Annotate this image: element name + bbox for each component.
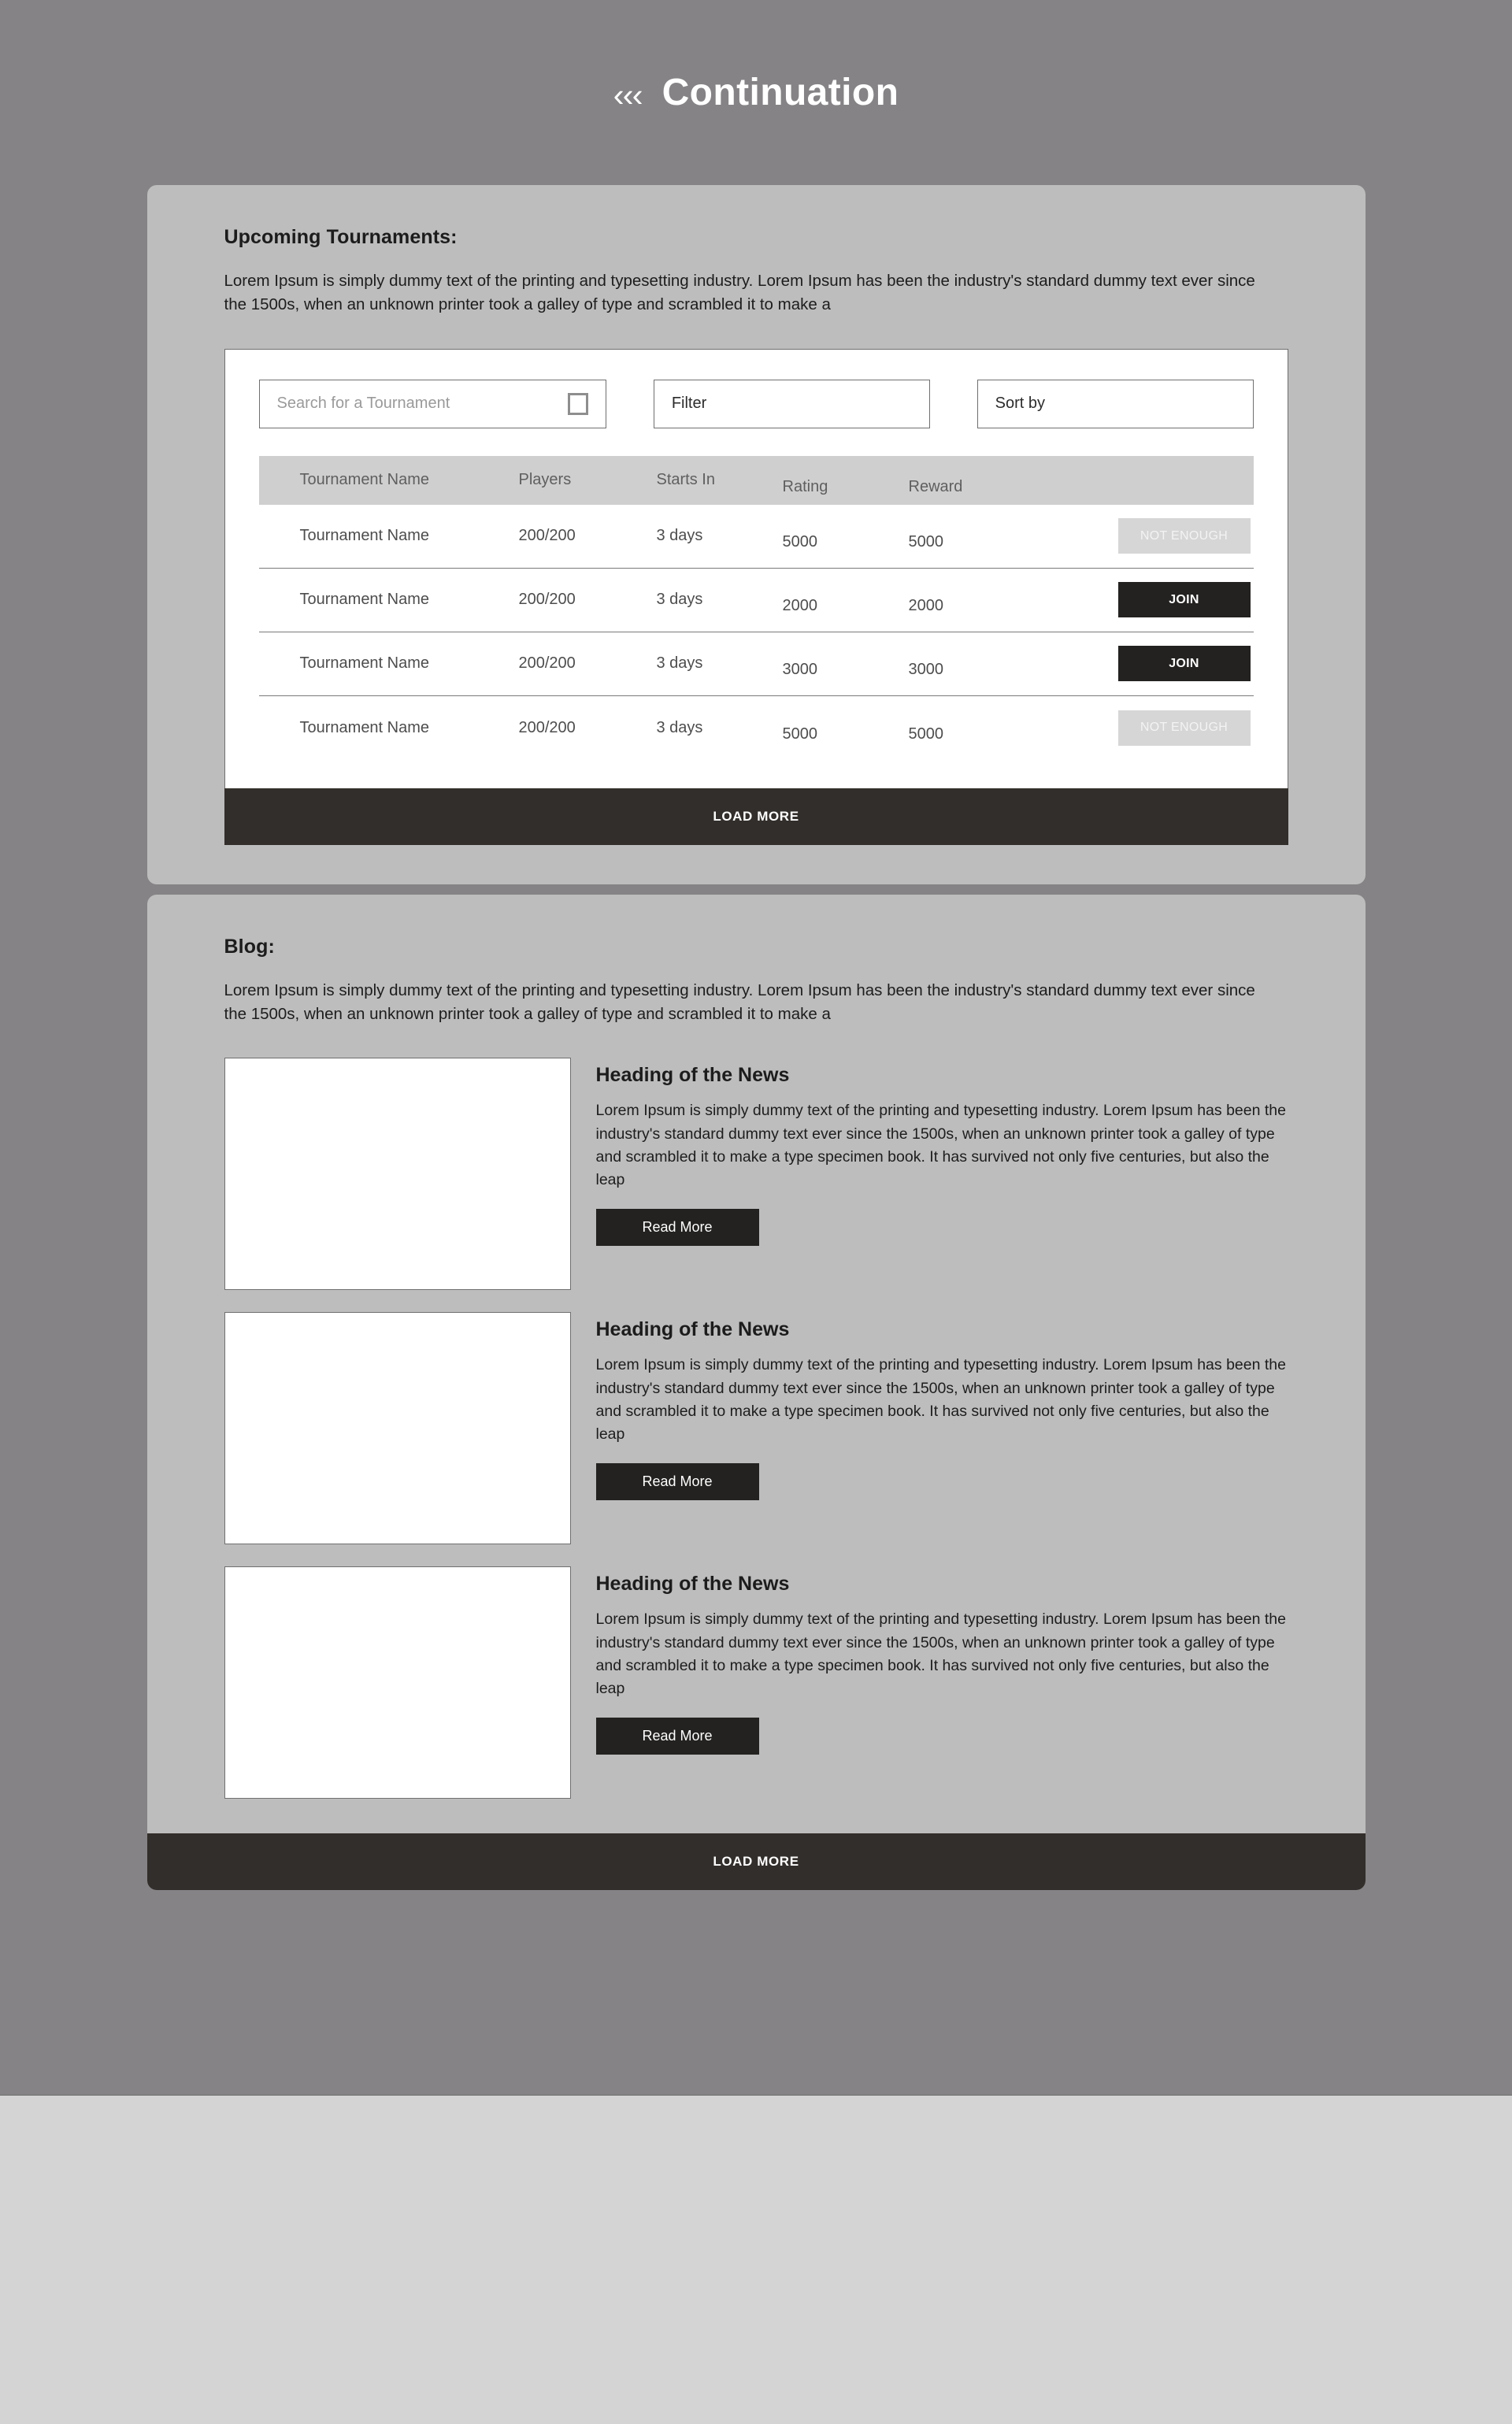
tournaments-load-more-button[interactable]: LOAD MORE: [224, 788, 1288, 845]
blog-post-text: Lorem Ipsum is simply dummy text of the …: [595, 1610, 1286, 1698]
sort-label: Sort by: [995, 395, 1046, 413]
search-input[interactable]: Search for a Tournament: [258, 379, 606, 428]
blog-post-text: Lorem Ipsum is simply dummy text of the …: [595, 1356, 1286, 1444]
tournaments-table: Tournament Name Players Starts In Rating…: [258, 455, 1254, 760]
cell-starts-in: 3 days: [656, 654, 703, 673]
cell-rating: 5000: [782, 725, 818, 743]
filter-dropdown[interactable]: Filter: [653, 379, 930, 428]
table-header-row: Tournament Name Players Starts In Rating…: [258, 455, 1254, 505]
table-row[interactable]: Tournament Name 200/200 3 days 5000 5000…: [259, 696, 1254, 760]
cell-reward: 5000: [908, 725, 944, 743]
blog-panel: Blog: Lorem Ipsum is simply dummy text o…: [146, 894, 1366, 1891]
blog-post-body: Heading of the News Lorem Ipsum is simpl…: [595, 1566, 1288, 1799]
tournaments-panel-bottom-spacer: [147, 845, 1366, 884]
tournaments-panel-inner: Upcoming Tournaments: Lorem Ipsum is sim…: [147, 185, 1366, 317]
cell-action: NOT ENOUGH: [1078, 710, 1254, 746]
tournaments-panel: Upcoming Tournaments: Lorem Ipsum is sim…: [146, 185, 1366, 884]
cell-rating: 5000: [782, 533, 818, 551]
cell-players: 200/200: [518, 527, 576, 545]
join-button[interactable]: JOIN: [1117, 646, 1251, 682]
back-chevron-icon[interactable]: ‹‹‹: [613, 78, 643, 112]
cell-rating: 2000: [782, 597, 818, 615]
blog-thumbnail-image: [224, 1312, 571, 1545]
blog-heading: Blog:: [224, 935, 275, 958]
blog-post-title: Heading of the News: [595, 1573, 790, 1596]
cell-starts-in: 3 days: [656, 527, 703, 545]
column-header-rating[interactable]: Rating: [783, 464, 909, 496]
tournaments-controls: Search for a Tournament Filter Sort by: [258, 379, 1254, 428]
cell-players: 200/200: [518, 591, 576, 609]
tournaments-load-more-wrapper: LOAD MORE: [224, 788, 1288, 845]
list-item: Heading of the News Lorem Ipsum is simpl…: [224, 1058, 1288, 1291]
search-input-placeholder: Search for a Tournament: [276, 395, 450, 413]
column-header-players[interactable]: Players: [519, 471, 657, 489]
tournaments-heading: Upcoming Tournaments:: [224, 226, 458, 248]
not-enough-button[interactable]: NOT ENOUGH: [1117, 518, 1251, 554]
cell-rating: 3000: [782, 661, 818, 679]
blog-load-more-button[interactable]: LOAD MORE: [146, 1833, 1366, 1891]
blog-post-title: Heading of the News: [595, 1064, 790, 1087]
sort-dropdown[interactable]: Sort by: [976, 379, 1254, 428]
filter-label: Filter: [671, 395, 707, 413]
column-header-reward[interactable]: Reward: [909, 464, 1078, 496]
footer-strip: [0, 2095, 1512, 2424]
tournaments-description: Lorem Ipsum is simply dummy text of the …: [224, 272, 1255, 314]
cell-tournament-name: Tournament Name: [299, 591, 430, 609]
not-enough-button[interactable]: NOT ENOUGH: [1117, 710, 1251, 746]
list-item: Heading of the News Lorem Ipsum is simpl…: [224, 1312, 1288, 1545]
search-square-icon[interactable]: [567, 392, 588, 415]
cell-starts-in: 3 days: [656, 718, 703, 736]
blog-thumbnail-image: [224, 1058, 571, 1291]
cell-tournament-name: Tournament Name: [299, 654, 430, 673]
cell-action: NOT ENOUGH: [1078, 518, 1254, 554]
column-header-tournament-name[interactable]: Tournament Name: [259, 471, 519, 489]
read-more-button[interactable]: Read More: [595, 1209, 759, 1247]
tournaments-card: Search for a Tournament Filter Sort by T…: [224, 348, 1288, 788]
blog-post-list: Heading of the News Lorem Ipsum is simpl…: [224, 1058, 1288, 1799]
column-header-starts-in[interactable]: Starts In: [657, 471, 783, 489]
table-row[interactable]: Tournament Name 200/200 3 days 3000 3000…: [258, 632, 1254, 696]
cell-players: 200/200: [518, 718, 576, 736]
blog-post-body: Heading of the News Lorem Ipsum is simpl…: [595, 1058, 1288, 1290]
blog-description: Lorem Ipsum is simply dummy text of the …: [224, 980, 1255, 1023]
join-button[interactable]: JOIN: [1117, 582, 1251, 618]
table-row[interactable]: Tournament Name 200/200 3 days 5000 5000…: [258, 505, 1254, 569]
blog-post-text: Lorem Ipsum is simply dummy text of the …: [595, 1102, 1286, 1189]
cell-players: 200/200: [518, 654, 576, 673]
blog-panel-inner: Blog: Lorem Ipsum is simply dummy text o…: [147, 895, 1366, 1799]
cell-reward: 2000: [908, 597, 944, 615]
read-more-button[interactable]: Read More: [595, 1718, 759, 1755]
cell-reward: 3000: [908, 661, 944, 679]
cell-action: JOIN: [1078, 582, 1254, 618]
cell-tournament-name: Tournament Name: [299, 718, 430, 736]
page-header: ‹‹‹ Continuation: [0, 0, 1512, 185]
cell-action: JOIN: [1078, 646, 1254, 682]
list-item: Heading of the News Lorem Ipsum is simpl…: [224, 1566, 1288, 1799]
read-more-button[interactable]: Read More: [595, 1463, 759, 1501]
blog-thumbnail-image: [224, 1566, 571, 1799]
cell-reward: 5000: [908, 533, 944, 551]
cell-tournament-name: Tournament Name: [299, 527, 430, 545]
cell-starts-in: 3 days: [656, 591, 703, 609]
blog-post-body: Heading of the News Lorem Ipsum is simpl…: [595, 1312, 1288, 1544]
page-title: Continuation: [662, 71, 899, 113]
table-row[interactable]: Tournament Name 200/200 3 days 2000 2000…: [258, 569, 1254, 632]
blog-post-title: Heading of the News: [595, 1318, 790, 1341]
